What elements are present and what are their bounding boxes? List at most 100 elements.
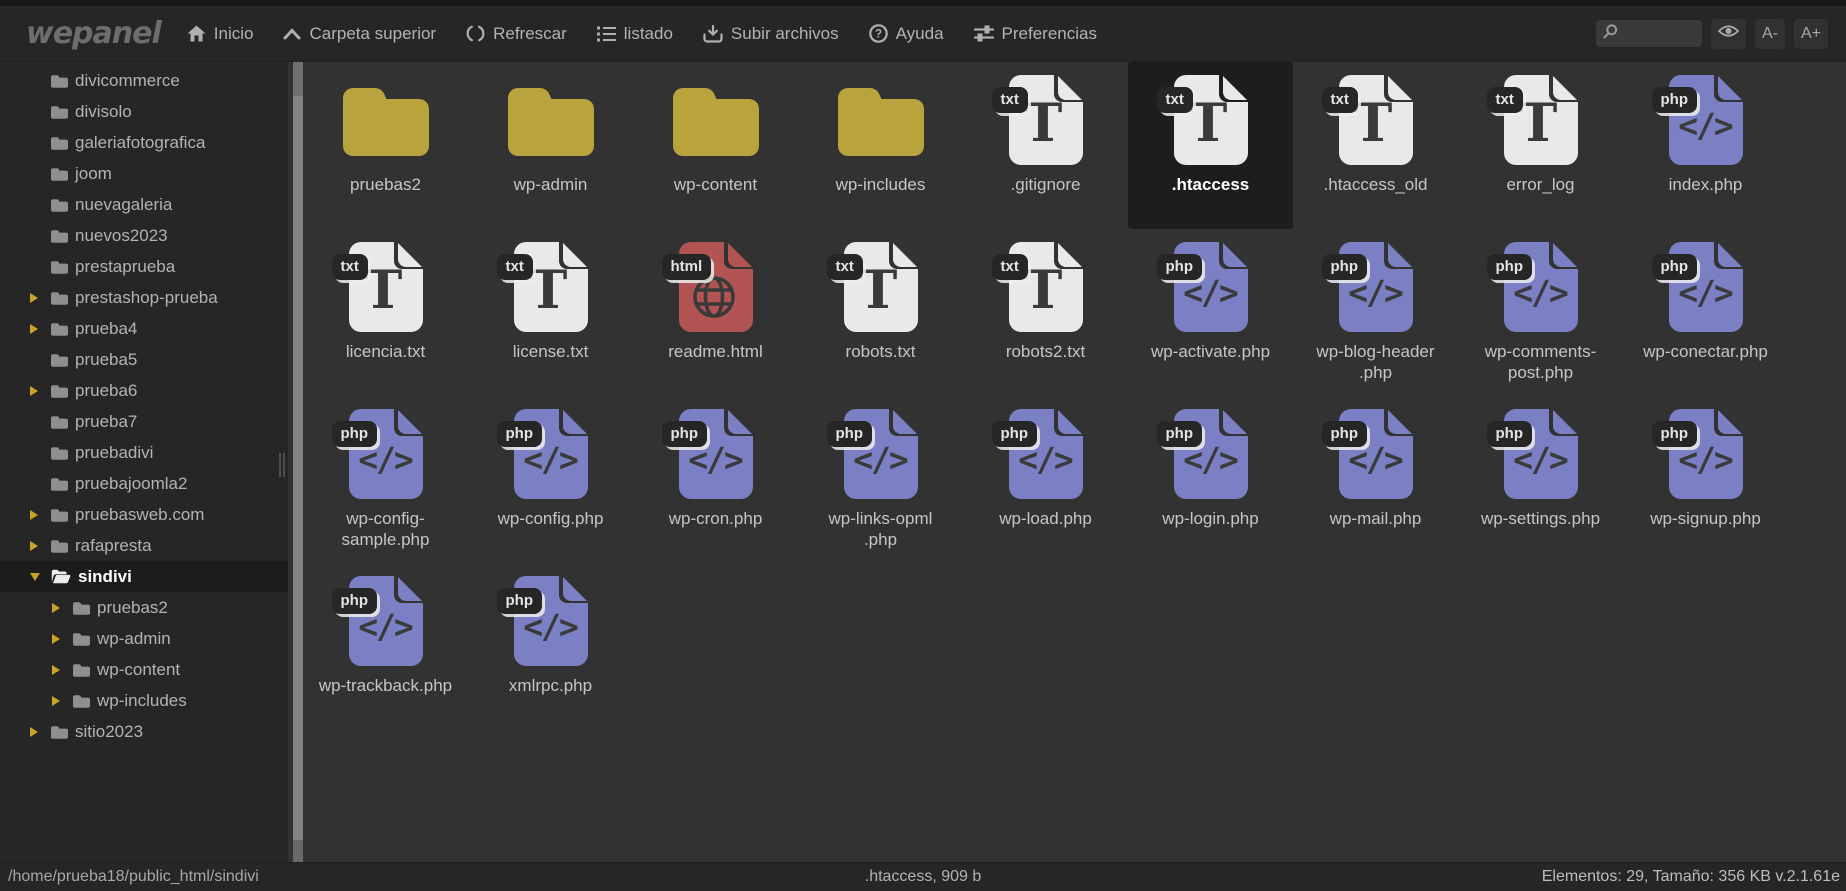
help-circle-icon: ?: [869, 24, 888, 43]
menu-item-inicio[interactable]: Inicio: [187, 24, 254, 44]
file-tile-wp-comments-post.php[interactable]: </>phpwp-comments- post.php: [1458, 229, 1623, 396]
file-tile-index.php[interactable]: </>phpindex.php: [1623, 62, 1788, 229]
tree-item-divicommerce[interactable]: divicommerce: [0, 65, 288, 96]
menu-item-refrescar[interactable]: Refrescar: [466, 24, 567, 44]
svg-text:T: T: [363, 260, 402, 321]
file-tile-robots.txt[interactable]: Ttxtrobots.txt: [798, 229, 963, 396]
file-tile-.htaccess_old[interactable]: Ttxt.htaccess_old: [1293, 62, 1458, 229]
tree-item-wp-content[interactable]: wp-content: [0, 654, 288, 685]
txt-file-icon: Ttxt: [844, 242, 918, 332]
file-tile-wp-conectar.php[interactable]: </>phpwp-conectar.php: [1623, 229, 1788, 396]
menu-item-ayuda[interactable]: ?Ayuda: [869, 24, 944, 44]
file-tile-wp-cron.php[interactable]: </>phpwp-cron.php: [633, 396, 798, 563]
tree-expand-arrow-icon[interactable]: [30, 510, 44, 520]
file-tile-wp-trackback.php[interactable]: </>phpwp-trackback.php: [303, 563, 468, 730]
tree-item-divisolo[interactable]: divisolo: [0, 96, 288, 127]
tree-expand-arrow-icon[interactable]: [30, 541, 44, 551]
tree-expand-arrow-icon[interactable]: [52, 634, 66, 644]
file-name: pruebas2: [350, 174, 421, 195]
tree-expand-arrow-icon[interactable]: [52, 696, 66, 706]
file-tile-wp-signup.php[interactable]: </>phpwp-signup.php: [1623, 396, 1788, 563]
tree-item-wp-admin[interactable]: wp-admin: [0, 623, 288, 654]
tree-item-prestaprueba[interactable]: prestaprueba: [0, 251, 288, 282]
file-type-badge: php: [1322, 421, 1368, 447]
svg-text:T: T: [1353, 93, 1392, 154]
eye-toggle-button[interactable]: [1711, 19, 1746, 49]
file-tile-error_log[interactable]: Ttxterror_log: [1458, 62, 1623, 229]
file-type-badge: php: [497, 588, 543, 614]
file-tile-robots2.txt[interactable]: Ttxtrobots2.txt: [963, 229, 1128, 396]
menu-item-carpeta-superior[interactable]: Carpeta superior: [283, 24, 436, 44]
file-tile-readme.html[interactable]: htmlreadme.html: [633, 229, 798, 396]
svg-text:T: T: [858, 260, 897, 321]
search-box[interactable]: [1596, 20, 1702, 47]
file-tile-wp-includes[interactable]: wp-includes: [798, 62, 963, 229]
file-tile-pruebas2[interactable]: pruebas2: [303, 62, 468, 229]
tree-item-prestashop-prueba[interactable]: prestashop-prueba: [0, 282, 288, 313]
font-larger-button[interactable]: A+: [1794, 19, 1828, 49]
splitter-gripper[interactable]: [279, 453, 289, 477]
tree-item-prueba5[interactable]: prueba5: [0, 344, 288, 375]
file-tile-xmlrpc.php[interactable]: </>phpxmlrpc.php: [468, 563, 633, 730]
file-tile-wp-activate.php[interactable]: </>phpwp-activate.php: [1128, 229, 1293, 396]
tree-item-label: divisolo: [75, 102, 132, 122]
folder-icon: [343, 75, 429, 165]
tree-item-joom[interactable]: joom: [0, 158, 288, 189]
tree-item-pruebasweb.com[interactable]: pruebasweb.com: [0, 499, 288, 530]
menu-item-subir-archivos[interactable]: Subir archivos: [703, 24, 839, 44]
file-tile-.htaccess[interactable]: Ttxt.htaccess: [1128, 62, 1293, 229]
file-type-badge: php: [662, 421, 708, 447]
tree-item-rafapresta[interactable]: rafapresta: [0, 530, 288, 561]
file-tile-wp-login.php[interactable]: </>php wp-login.php: [1128, 396, 1293, 563]
file-tile-wp-config.php[interactable]: </>phpwp-config.php: [468, 396, 633, 563]
tree-item-pruebas2[interactable]: pruebas2: [0, 592, 288, 623]
file-tile-wp-admin[interactable]: wp-admin: [468, 62, 633, 229]
file-tile-wp-settings.php[interactable]: </>phpwp-settings.php: [1458, 396, 1623, 563]
tree-item-sindivi[interactable]: sindivi: [0, 561, 288, 592]
file-name: wp-content: [674, 174, 757, 195]
tree-item-prueba6[interactable]: prueba6: [0, 375, 288, 406]
font-smaller-button[interactable]: A-: [1755, 19, 1785, 49]
menu-item-listado[interactable]: listado: [597, 24, 673, 44]
tree-expand-arrow-icon[interactable]: [30, 293, 44, 303]
file-tile-wp-content[interactable]: wp-content: [633, 62, 798, 229]
tree-item-wp-includes[interactable]: wp-includes: [0, 685, 288, 716]
tree-expand-arrow-icon[interactable]: [30, 727, 44, 737]
upload-tray-icon: [703, 25, 723, 43]
tree-expand-arrow-icon[interactable]: [30, 324, 44, 334]
file-tile-.gitignore[interactable]: Ttxt.gitignore: [963, 62, 1128, 229]
folder-icon: [673, 75, 759, 165]
tree-item-prueba7[interactable]: prueba7: [0, 406, 288, 437]
file-tile-wp-blog-header.php[interactable]: </>phpwp-blog-header .php: [1293, 229, 1458, 396]
sidebar-scrollbar[interactable]: [293, 62, 303, 862]
tree-item-prueba4[interactable]: prueba4: [0, 313, 288, 344]
tree-collapse-arrow-icon[interactable]: [30, 573, 44, 581]
file-name: error_log: [1506, 174, 1574, 195]
chevron-up-icon: [283, 28, 301, 40]
file-type-badge: txt: [1157, 87, 1193, 113]
file-tile-wp-config-sample.php[interactable]: </>phpwp-config- sample.php: [303, 396, 468, 563]
file-type-badge: php: [1652, 254, 1698, 280]
tree-item-pruebajoomla2[interactable]: pruebajoomla2: [0, 468, 288, 499]
tree-expand-arrow-icon[interactable]: [30, 386, 44, 396]
tree-item-nuevagaleria[interactable]: nuevagaleria: [0, 189, 288, 220]
menu-item-preferencias[interactable]: Preferencias: [974, 24, 1097, 44]
file-tile-wp-links-opml.php[interactable]: </>phpwp-links-opml .php: [798, 396, 963, 563]
tree-item-pruebadivi[interactable]: pruebadivi: [0, 437, 288, 468]
menu-item-label: listado: [624, 24, 673, 44]
file-name: wp-login.php: [1162, 508, 1258, 529]
eye-icon: [1718, 24, 1739, 43]
file-name: licencia.txt: [346, 341, 425, 362]
php-file-icon: </>php: [1174, 409, 1248, 499]
file-tile-wp-load.php[interactable]: </>phpwp-load.php: [963, 396, 1128, 563]
file-tile-wp-mail.php[interactable]: </>phpwp-mail.php: [1293, 396, 1458, 563]
tree-expand-arrow-icon[interactable]: [52, 665, 66, 675]
tree-expand-arrow-icon[interactable]: [52, 603, 66, 613]
tree-item-nuevos2023[interactable]: nuevos2023: [0, 220, 288, 251]
tree-item-sitio2023[interactable]: sitio2023: [0, 716, 288, 747]
file-tile-license.txt[interactable]: Ttxtlicense.txt: [468, 229, 633, 396]
search-input[interactable]: [1623, 25, 1687, 43]
php-file-icon: </>php: [514, 576, 588, 666]
file-tile-licencia.txt[interactable]: Ttxtlicencia.txt: [303, 229, 468, 396]
tree-item-galeriafotografica[interactable]: galeriafotografica: [0, 127, 288, 158]
